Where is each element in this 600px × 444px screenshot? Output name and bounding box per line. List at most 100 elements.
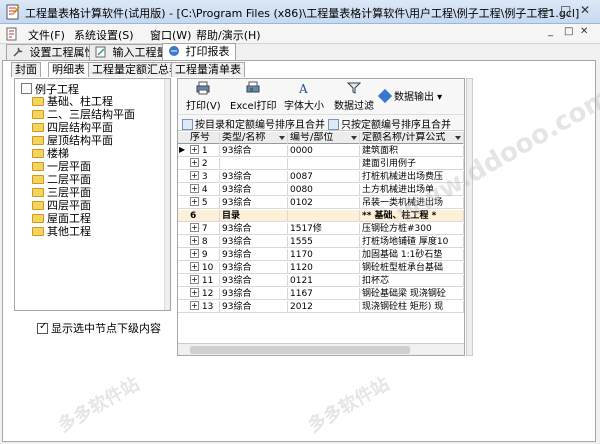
col-type-cell[interactable] <box>220 158 288 170</box>
menu-file[interactable]: 文件(F) <box>28 27 65 43</box>
tree-item[interactable]: 其他工程 <box>32 225 91 238</box>
col-name-cell[interactable]: 打桩场地铺碴 厚度10 <box>360 236 464 248</box>
col-code-cell[interactable]: 1170 <box>288 249 360 261</box>
tree-scrollbar[interactable] <box>164 79 170 310</box>
col-code-cell[interactable]: 0087 <box>288 171 360 183</box>
table-row[interactable]: + 8 93综合 1555 打桩场地铺碴 厚度10 <box>178 236 464 248</box>
tab-detail-table[interactable]: 明细表 <box>48 62 89 77</box>
tree-item[interactable]: 楼梯 <box>32 147 69 160</box>
tab-project-properties[interactable]: 设置工程属性 <box>6 44 102 60</box>
table-row[interactable]: + 10 93综合 1120 钢砼桩型桩承台基础 <box>178 262 464 274</box>
col-code-cell[interactable]: 1555 <box>288 236 360 248</box>
col-type-cell[interactable]: 93综合 <box>220 171 288 183</box>
tab-print-reports[interactable]: 打印报表 <box>162 43 236 61</box>
child-close-button[interactable]: ✕ <box>580 26 588 37</box>
table-row[interactable]: + 13 93综合 2012 现浇钢砼柱 矩形) 现 <box>178 301 464 313</box>
checkbox-checked[interactable] <box>37 321 48 334</box>
col-name-cell[interactable]: 钢砼桩型桩承台基础 <box>360 262 464 274</box>
col-type-cell[interactable]: 93综合 <box>220 262 288 274</box>
tab-bill-of-quantities[interactable]: 工程量清单表 <box>171 62 245 77</box>
tab-quota-summary[interactable]: 工程量定额汇总表 <box>88 62 184 77</box>
data-filter-button[interactable]: 数据过滤 <box>334 81 374 112</box>
menu-help[interactable]: 帮助/演示(H) <box>196 27 261 43</box>
maximize-button[interactable]: □ <box>560 3 571 17</box>
tree-item[interactable]: 二层平面 <box>32 173 91 186</box>
expand-icon[interactable]: + <box>190 236 199 245</box>
table-row[interactable]: 6 目录 ** 基础、柱工程 * <box>178 210 464 222</box>
col-code-cell[interactable]: 1167 <box>288 288 360 300</box>
col-code-cell[interactable] <box>288 210 360 222</box>
header-col-seq[interactable]: 序号 <box>188 132 220 144</box>
col-type-cell[interactable]: 目录 <box>220 210 288 222</box>
table-row[interactable]: + 7 93综合 1517修 压钢砼方桩#300 <box>178 223 464 235</box>
tree-item[interactable]: 三层平面 <box>32 186 91 199</box>
col-name-cell[interactable]: 吊装一类机械进出场 <box>360 197 464 209</box>
header-col-code[interactable]: 编号/部位 <box>288 132 360 144</box>
menu-window[interactable]: 窗口(W) <box>150 27 191 43</box>
horizontal-scrollbar[interactable] <box>178 343 464 355</box>
child-restore-button[interactable]: □ <box>564 26 573 37</box>
col-name-cell[interactable]: 打桩机械进出场费压 <box>360 171 464 183</box>
child-minimize-button[interactable]: _ <box>548 26 553 37</box>
col-type-cell[interactable]: 93综合 <box>220 275 288 287</box>
col-seq-cell[interactable]: + 12 <box>188 288 220 300</box>
col-name-cell[interactable]: ** 基础、柱工程 * <box>360 210 464 222</box>
col-code-cell[interactable]: 0102 <box>288 197 360 209</box>
col-seq-cell[interactable]: + 13 <box>188 301 220 313</box>
col-seq-cell[interactable]: + 5 <box>188 197 220 209</box>
merge-by-code-button[interactable]: 只按定额编号排序且合并 <box>328 116 451 131</box>
col-seq-cell[interactable]: + 10 <box>188 262 220 274</box>
table-row[interactable]: + 5 93综合 0102 吊装一类机械进出场 <box>178 197 464 209</box>
expand-icon[interactable]: + <box>190 275 199 284</box>
table-row[interactable]: + 12 93综合 1167 钢砼基础梁 现浇钢砼 <box>178 288 464 300</box>
tab-cover[interactable]: 封面 <box>11 62 41 77</box>
expand-icon[interactable]: + <box>190 171 199 180</box>
table-row[interactable]: + 9 93综合 1170 加固基础 1:1砂石垫 <box>178 249 464 261</box>
col-name-cell[interactable]: 建面引用例子 <box>360 158 464 170</box>
table-row[interactable]: ▶ + 1 93综合 0000 建筑面积 <box>178 145 464 157</box>
expand-icon[interactable]: + <box>190 197 199 206</box>
print-button[interactable]: 打印(V) <box>186 81 221 112</box>
data-export-button[interactable]: 数据输出 ▾ <box>377 88 442 104</box>
header-col-name[interactable]: 定额名称/计算公式 <box>360 132 464 144</box>
col-code-cell[interactable]: 0121 <box>288 275 360 287</box>
expand-icon[interactable]: + <box>190 223 199 232</box>
show-children-checkbox[interactable]: 显示选中节点下级内容 <box>37 320 161 336</box>
col-name-cell[interactable]: 建筑面积 <box>360 145 464 157</box>
col-type-cell[interactable]: 93综合 <box>220 236 288 248</box>
col-code-cell[interactable]: 1120 <box>288 262 360 274</box>
table-row[interactable]: + 11 93综合 0121 扣杯芯 <box>178 275 464 287</box>
tree-item[interactable]: 屋面工程 <box>32 212 91 225</box>
col-seq-cell[interactable]: + 2 <box>188 158 220 170</box>
col-name-cell[interactable]: 压钢砼方桩#300 <box>360 223 464 235</box>
col-code-cell[interactable]: 0080 <box>288 184 360 196</box>
col-seq-cell[interactable]: + 8 <box>188 236 220 248</box>
col-name-cell[interactable]: 扣杯芯 <box>360 275 464 287</box>
col-type-cell[interactable]: 93综合 <box>220 288 288 300</box>
col-seq-cell[interactable]: + 1 <box>188 145 220 157</box>
font-size-button[interactable]: A 字体大小 <box>284 81 324 112</box>
expand-icon[interactable]: + <box>190 158 199 167</box>
tree-item[interactable]: 四层结构平面 <box>32 121 113 134</box>
tree-item[interactable]: 屋顶结构平面 <box>32 134 113 147</box>
table-row[interactable]: + 4 93综合 0080 土方机械进出场单 <box>178 184 464 196</box>
col-name-cell[interactable]: 加固基础 1:1砂石垫 <box>360 249 464 261</box>
col-code-cell[interactable] <box>288 158 360 170</box>
menu-settings[interactable]: 系统设置(S) <box>74 27 134 43</box>
col-type-cell[interactable]: 93综合 <box>220 197 288 209</box>
tree-item[interactable]: 一层平面 <box>32 160 91 173</box>
table-row[interactable]: + 3 93综合 0087 打桩机械进出场费压 <box>178 171 464 183</box>
tree-item[interactable]: 四层平面 <box>32 199 91 212</box>
tree-item[interactable]: 二、三层结构平面 <box>32 108 135 121</box>
merge-by-catalog-button[interactable]: 按目录和定额编号排序且合并 <box>182 116 325 131</box>
dropdown-icon[interactable] <box>455 136 461 140</box>
col-code-cell[interactable]: 1517修 <box>288 223 360 235</box>
col-name-cell[interactable]: 钢砼基础梁 现浇钢砼 <box>360 288 464 300</box>
col-code-cell[interactable]: 0000 <box>288 145 360 157</box>
col-name-cell[interactable]: 现浇钢砼柱 矩形) 现 <box>360 301 464 313</box>
tab-input-quantities[interactable]: 输入工程量 <box>89 44 174 60</box>
col-seq-cell[interactable]: 6 <box>188 210 220 222</box>
col-seq-cell[interactable]: + 4 <box>188 184 220 196</box>
tree-item[interactable]: 基础、柱工程 <box>32 95 113 108</box>
col-type-cell[interactable]: 93综合 <box>220 249 288 261</box>
